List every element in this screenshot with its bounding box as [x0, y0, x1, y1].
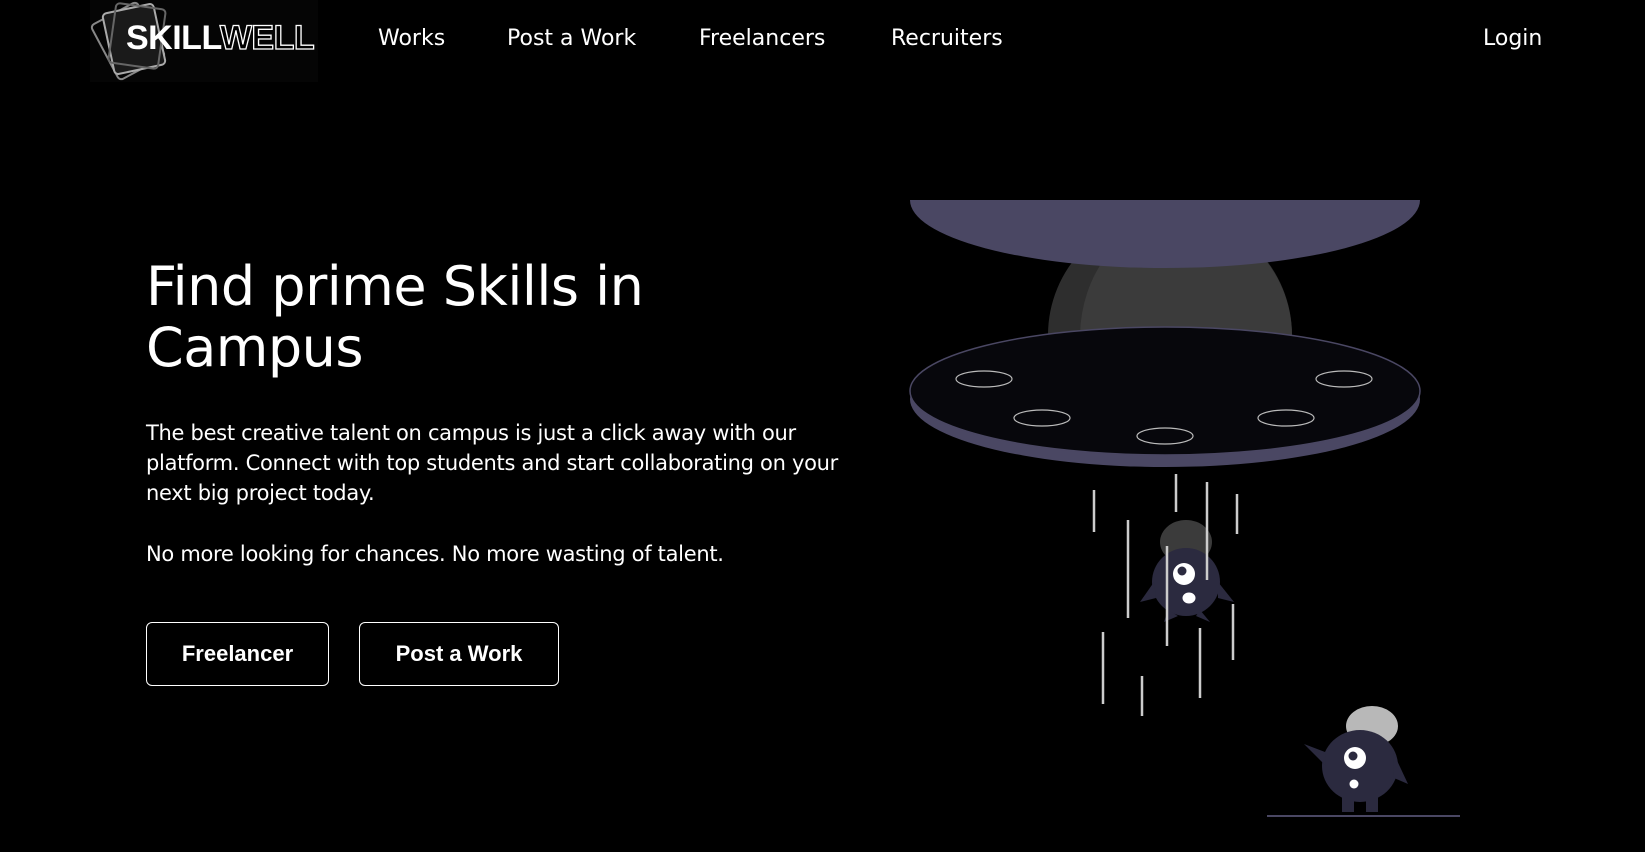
hero-title: Find prime Skills in Campus	[146, 255, 644, 379]
freelancer-button[interactable]: Freelancer	[146, 622, 329, 686]
nav-post-a-work[interactable]: Post a Work	[507, 24, 636, 54]
brand-name-part2: WELL	[219, 18, 315, 57]
ufo-illustration	[909, 200, 1460, 817]
hero-tagline: No more looking for chances. No more was…	[146, 542, 724, 566]
site-logo[interactable]: SKILLWELL	[90, 0, 318, 82]
ground-alien	[1267, 706, 1460, 817]
ufo-saucer	[909, 200, 1421, 467]
nav-recruiters[interactable]: Recruiters	[891, 24, 1003, 54]
brand-name: SKILLWELL	[126, 18, 315, 58]
hero-description: The best creative talent on campus is ju…	[146, 421, 839, 505]
brand-name-part1: SKILL	[126, 19, 220, 57]
nav-login[interactable]: Login	[1483, 24, 1542, 54]
floating-alien	[1140, 520, 1234, 622]
nav-freelancers[interactable]: Freelancers	[699, 24, 825, 54]
nav-works[interactable]: Works	[378, 24, 445, 54]
post-a-work-button[interactable]: Post a Work	[359, 622, 559, 686]
